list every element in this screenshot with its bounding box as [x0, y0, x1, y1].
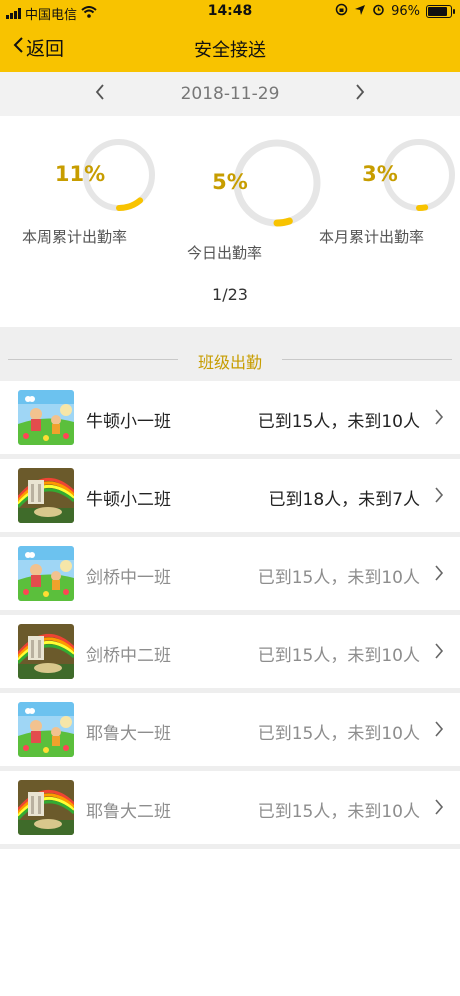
current-date: 2018-11-29 [180, 84, 280, 104]
chevron-right-icon [434, 565, 444, 585]
chevron-right-icon [434, 643, 444, 663]
class-row[interactable]: 牛顿小二班 已到18人，未到7人 [0, 459, 460, 532]
alarm-icon [372, 3, 385, 20]
row-separator [0, 844, 460, 849]
stat-daily-attendance: 5% [183, 136, 321, 230]
date-bar: 2018-11-29 [0, 72, 460, 116]
daily-attendance-value: 5% [212, 169, 248, 194]
monthly-attendance-value: 3% [362, 161, 398, 186]
attendance-ratio: 1/23 [212, 285, 248, 304]
class-thumbnail [18, 390, 74, 445]
battery-label: 96% [391, 4, 420, 19]
class-name: 剑桥中二班 [86, 646, 171, 666]
class-row[interactable]: 耶鲁大一班 已到15人，未到10人 [0, 693, 460, 766]
page-title: 安全接送 [194, 40, 266, 61]
class-thumbnail [18, 546, 74, 601]
class-row[interactable]: 耶鲁大二班 已到15人，未到10人 [0, 771, 460, 844]
location-icon [354, 4, 366, 20]
divider-right [282, 359, 452, 360]
weekly-attendance-label: 本周累计出勤率 [22, 228, 128, 246]
daily-attendance-label: 今日出勤率 [187, 244, 263, 262]
section-title: 班级出勤 [197, 353, 262, 372]
class-row[interactable]: 牛顿小一班 已到15人，未到10人 [0, 381, 460, 454]
class-name: 剑桥中一班 [86, 568, 171, 588]
lock-rotation-icon [335, 3, 348, 20]
battery-fill [428, 7, 448, 16]
nav-bar: 返回 安全接送 [0, 24, 460, 72]
status-bar: 中国电信 14:48 96% [0, 0, 460, 24]
class-thumbnail [18, 624, 74, 679]
stat-monthly-attendance: 3% [341, 136, 455, 214]
class-name: 牛顿小二班 [86, 490, 171, 510]
class-attendance-status: 已到15人，未到10人 [257, 568, 420, 588]
class-row[interactable]: 剑桥中一班 已到15人，未到10人 [0, 537, 460, 610]
chevron-right-icon [434, 799, 444, 819]
class-attendance-status: 已到15人，未到10人 [257, 646, 420, 666]
class-thumbnail [18, 780, 74, 835]
next-date-button[interactable] [348, 82, 372, 106]
class-name: 耶鲁大二班 [86, 802, 171, 822]
class-attendance-status: 已到15人，未到10人 [257, 412, 420, 432]
stat-weekly-attendance: 11% [41, 136, 155, 214]
class-name: 耶鲁大一班 [86, 724, 171, 744]
chevron-right-icon [434, 487, 444, 507]
chevron-right-icon [434, 409, 444, 429]
app-header: 中国电信 14:48 96% 返回 安全接送 [0, 0, 460, 72]
class-thumbnail [18, 468, 74, 523]
class-thumbnail [18, 702, 74, 757]
class-row[interactable]: 剑桥中二班 已到15人，未到10人 [0, 615, 460, 688]
status-right: 96% [335, 3, 455, 20]
class-attendance-status: 已到18人，未到7人 [268, 490, 420, 510]
monthly-attendance-label: 本月累计出勤率 [319, 228, 425, 246]
class-attendance-status: 已到15人，未到10人 [257, 724, 420, 744]
weekly-attendance-value: 11% [54, 161, 106, 186]
class-attendance-header: 班级出勤 [0, 327, 460, 381]
class-name: 牛顿小一班 [86, 412, 171, 432]
class-attendance-status: 已到15人，未到10人 [257, 802, 420, 822]
chevron-right-icon [355, 84, 365, 104]
battery-icon [426, 5, 455, 18]
chevron-right-icon [434, 721, 444, 741]
